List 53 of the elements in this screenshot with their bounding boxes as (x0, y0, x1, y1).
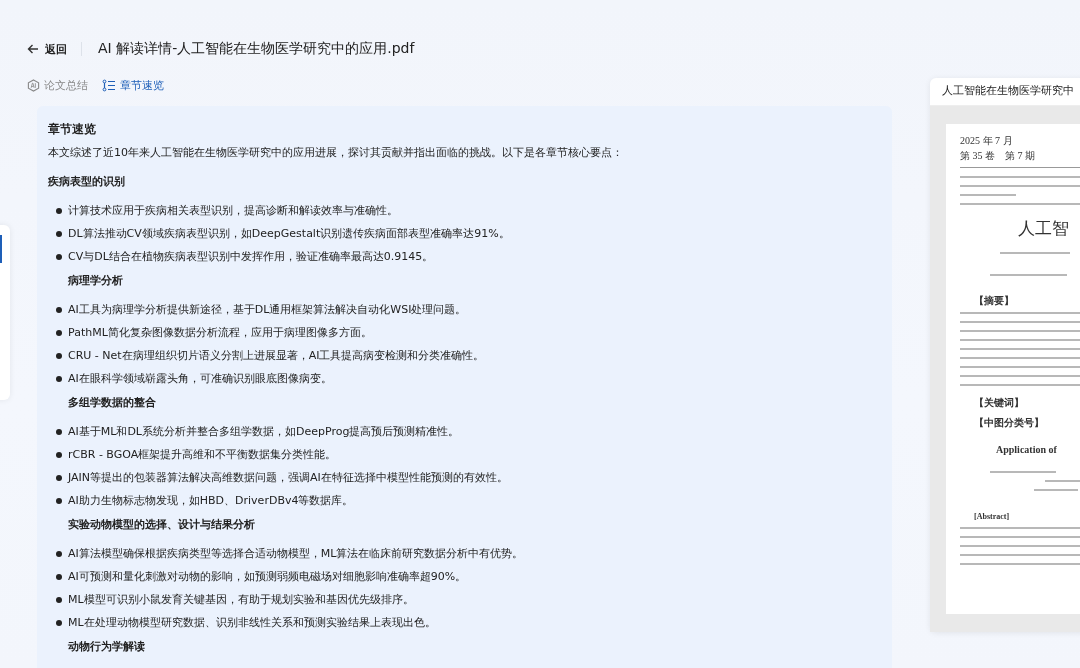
bullet-text: AI工具为病理学分析提供新途径，基于DL通用框架算法解决自动化WSI处理问题。 (68, 302, 467, 317)
bullet-icon (56, 428, 62, 435)
classification-label: 【中图分类号】 (974, 417, 1044, 428)
bullet-icon (56, 474, 62, 481)
section-title: 病理学分析 (68, 273, 124, 288)
section-title: 多组学数据的整合 (68, 395, 157, 410)
bullet-text: AI算法模型确保根据疾病类型等选择合适动物模型，ML算法在临床前研究数据分析中有优势。 (68, 546, 524, 561)
bullet-icon (56, 550, 62, 557)
bullet-text: 计算技术应用于疾病相关表型识别，提高诊断和解读效率与准确性。 (68, 203, 398, 218)
back-button[interactable]: 返回 (27, 41, 67, 57)
bullet-text: AI基于ML和DL系统分析并整合多组学数据，如DeepProg提高预后预测精准性。 (68, 424, 460, 439)
intro-text: 本文综述了近10年来人工智能在生物医学研究中的应用进展，探讨其贡献并指出面临的挑战。以下是各章节核心要点： (48, 145, 624, 160)
journal-volume: 第 35 卷 第 7 期 (960, 149, 1035, 163)
bullet-text: PathML简化复杂图像数据分析流程，应用于病理图像多方面。 (68, 325, 372, 340)
tab[interactable]: 章节速览 (102, 77, 164, 93)
page-title: AI 解读详情-人工智能在生物医学研究中的应用.pdf (98, 40, 415, 58)
side-card-indicator (0, 235, 2, 263)
paper-title: 人工智 (1018, 218, 1070, 240)
bullet-text: ML在处理动物模型研究数据、识别非线性关系和预测实验结果上表现出色。 (68, 615, 436, 630)
bullet-icon (56, 596, 62, 603)
bullet-text: AI在眼科学领域崭露头角，可准确识别眼底图像病变。 (68, 371, 332, 386)
bullet-icon (56, 573, 62, 580)
bullet-icon (56, 451, 62, 458)
bullet-icon (56, 329, 62, 336)
bullet-icon (56, 497, 62, 504)
bullet-icon (56, 375, 62, 382)
ai-hexagon-icon (27, 78, 40, 92)
bullet-text: rCBR - BGOA框架提升高维和不平衡数据集分类性能。 (68, 447, 337, 462)
bullet-text: AI可预测和量化刺激对动物的影响，如预测弱频电磁场对细胞影响准确率超90%。 (68, 569, 467, 584)
tab[interactable]: 论文总结 (27, 77, 88, 93)
abstract-label: 【摘要】 (974, 295, 1014, 306)
bullet-text: AI助力生物标志物发现，如HBD、DriverDBv4等数据库。 (68, 493, 354, 508)
bullet-icon (56, 306, 62, 313)
bullet-text: CV与DL结合在植物疾病表型识别中发挥作用，验证准确率最高达0.9145。 (68, 249, 434, 264)
english-abstract-label: [Abstract] (974, 512, 1010, 521)
section-title: 实验动物模型的选择、设计与结果分析 (68, 517, 256, 532)
bullet-icon (56, 619, 62, 626)
journal-date: 2025 年 7 月 (960, 134, 1013, 148)
bullet-icon (56, 253, 62, 260)
bullet-icon (56, 207, 62, 214)
bullet-text: CRU - Net在病理组织切片语义分割上进展显著，AI工具提高病变检测和分类准确性。 (68, 348, 485, 363)
bullet-text: JAIN等提出的包装器算法解决高维数据问题，强调AI在特征选择中模型性能预测的有效性。 (68, 470, 508, 485)
bullet-icon (56, 352, 62, 359)
english-title: Application of (996, 444, 1058, 455)
keywords-label: 【关键词】 (974, 397, 1024, 408)
bullet-text: DL算法推动CV领域疾病表型识别，如DeepGestalt识别遗传疾病面部表型准确率达91%。 (68, 226, 510, 241)
bullet-text: ML模型可识别小鼠发育关键基因，有助于规划实验和基因优先级排序。 (68, 592, 414, 607)
section-title: 动物行为学解读 (68, 639, 146, 654)
back-arrow-icon (27, 43, 39, 55)
list-icon (102, 78, 116, 92)
bullet-icon (56, 230, 62, 237)
overview-heading: 章节速览 (48, 122, 97, 137)
section-title: 疾病表型的识别 (48, 174, 126, 189)
